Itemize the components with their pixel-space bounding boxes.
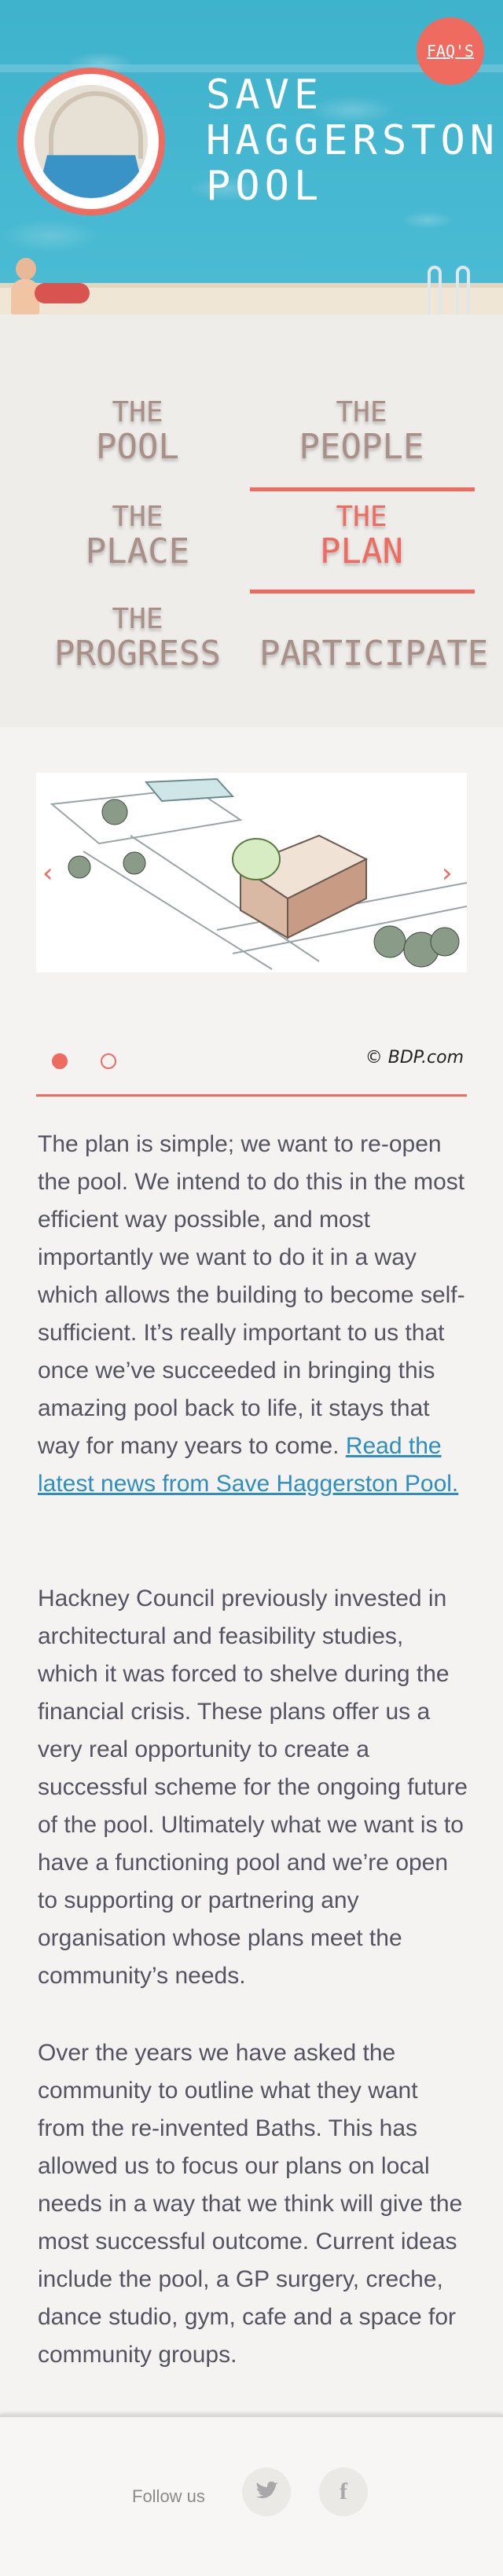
arch-shape [49,91,143,159]
nav-item-label-top: THE [112,501,163,533]
chevron-left-icon[interactable]: ‹ [42,858,53,889]
header-banner: SAVE HAGGERSTON POOL FAQ'S [0,0,503,314]
nav-active-underline [250,590,475,593]
site-title-line: HAGGERSTON [206,117,500,164]
page: SAVE HAGGERSTON POOL FAQ'S THE POOL THE … [0,0,503,2576]
pool-ladder [428,266,442,314]
nav-item-label: POOL [96,427,179,467]
slide-image [36,773,467,972]
nav-item-participate[interactable]: PARTICIPATE [259,634,489,674]
paragraph-1: The plan is simple; we want to re-open t… [38,1126,468,1503]
nav-item-place[interactable]: THE PLACE [47,502,228,571]
paragraph-2: Hackney Council previously invested in a… [38,1586,468,1989]
paragraph-1-text: The plan is simple; we want to re-open t… [38,1131,465,1459]
chevron-right-icon[interactable]: › [442,858,453,889]
twitter-bird-glyph [256,2481,278,2498]
nav-item-label-top: THE [112,603,163,635]
nav-active-underline [250,487,475,491]
image-slider: ‹ › [0,727,503,1089]
paragraph-3: Over the years we have asked the communi… [38,2040,463,2368]
follow-us-label: Follow us [132,2486,205,2506]
swimmer-illustration [35,283,90,303]
faq-button[interactable]: FAQ'S [417,17,484,85]
nav-item-people[interactable]: THE PEOPLE [259,397,464,466]
slider-dot[interactable] [101,1053,116,1069]
logo-pool-illustration [35,85,148,198]
image-credit: © BDP.com [365,1048,464,1068]
site-title[interactable]: SAVE HAGGERSTON POOL [206,72,499,209]
nav-item-progress[interactable]: THE PROGRESS [31,604,244,673]
nav-item-label: PROGRESS [54,634,221,674]
nav-item-label-top: THE [336,396,387,428]
nav-item-label: PARTICIPATE [259,634,489,674]
nav-item-label: PLAN [320,531,403,571]
facebook-icon[interactable]: f [319,2468,368,2516]
footer: Follow us f [0,2415,503,2576]
swimmer-illustration [16,258,36,280]
nav-item-label: PLACE [85,531,190,571]
nav-item-plan[interactable]: THE PLAN [259,502,464,571]
twitter-icon[interactable] [242,2468,291,2516]
nav-item-label-top: THE [112,396,163,428]
nav-item-label-top: THE [336,501,387,533]
pool-ladder [456,266,470,314]
divider-rule [36,1094,467,1097]
pool-shape [36,155,146,198]
main-nav: THE POOL THE PEOPLE THE PLACE THE PLAN T… [0,314,503,727]
site-title-line: POOL [206,163,324,210]
nav-item-label: PEOPLE [299,427,424,467]
nav-item-pool[interactable]: THE POOL [47,397,228,466]
architecture-sketch [36,773,467,972]
slider-dot-active[interactable] [52,1053,68,1069]
